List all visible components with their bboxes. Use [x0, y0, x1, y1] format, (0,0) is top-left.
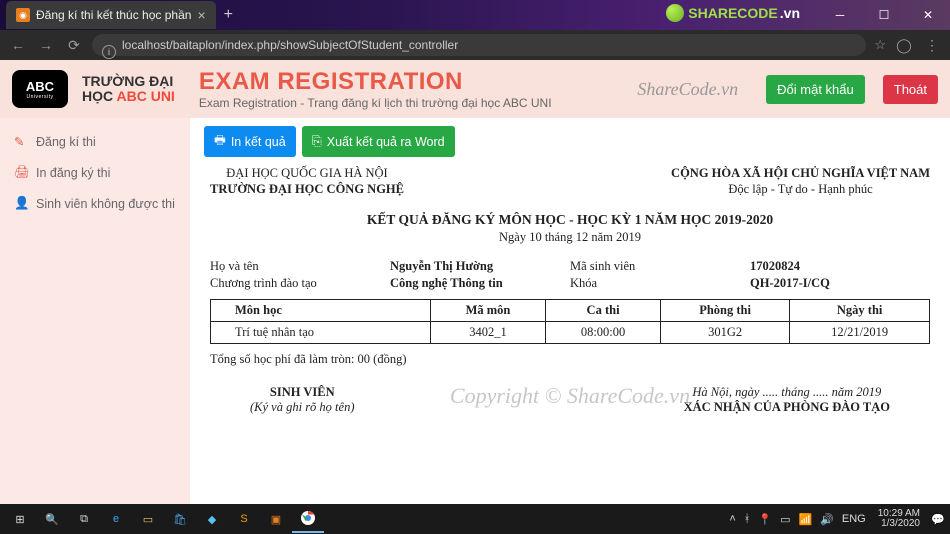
back-icon[interactable]: ←	[8, 37, 28, 53]
pencil-icon: ✎	[14, 134, 28, 149]
reload-icon[interactable]: ⟳	[64, 37, 84, 54]
tray-chevron-icon[interactable]: ˄	[729, 513, 735, 525]
col-subject: Môn học	[211, 299, 431, 321]
taskbar-app-xampp[interactable]: ▣	[260, 505, 292, 533]
url-text: localhost/baitaplon/index.php/showSubjec…	[122, 38, 458, 52]
doc-title: KẾT QUẢ ĐĂNG KÝ MÔN HỌC - HỌC KỲ 1 NĂM H…	[210, 212, 930, 228]
col-shift: Ca thi	[546, 299, 661, 321]
tray-language[interactable]: ENG	[842, 513, 866, 525]
logout-button[interactable]: Thoát	[883, 75, 938, 104]
taskbar-app-netbeans[interactable]: ◆	[196, 505, 228, 533]
student-name: Nguyễn Thị Hường	[390, 259, 493, 274]
site-info-icon[interactable]: i	[102, 45, 116, 59]
col-code: Mã môn	[430, 299, 545, 321]
user-icon: 👤	[14, 196, 28, 211]
doc-date: Ngày 10 tháng 12 năm 2019	[210, 230, 930, 245]
print-icon: 🖨	[14, 165, 28, 180]
sig-student-title: SINH VIÊN	[250, 385, 355, 400]
app-header: ABC University TRƯỜNG ĐẠI HỌC ABC UNI EX…	[0, 60, 950, 118]
student-cohort: QH-2017-I/CQ	[750, 276, 830, 291]
sidebar-item-print[interactable]: 🖨 In đăng ký thi	[0, 157, 190, 188]
doc-motto: Độc lập - Tự do - Hạnh phúc	[671, 181, 930, 197]
export-icon: ⎘	[312, 134, 322, 149]
windows-taskbar: ⊞ 🔍 ⧉ e ▭ 🛍 ◆ S ▣ ˄ ᚼ 📍 ▭ 📶 🔊 ENG 10:29 …	[0, 504, 950, 534]
student-program: Công nghệ Thông tin	[390, 276, 503, 291]
signatures: SINH VIÊN (Ký và ghi rõ họ tên) Hà Nội, …	[210, 385, 930, 415]
total-fee: Tổng số học phí đã làm tròn: 00 (đồng)	[210, 352, 930, 367]
taskbar-app-chrome[interactable]	[292, 505, 324, 533]
taskbar-app-edge[interactable]: e	[100, 505, 132, 533]
doc-nation: CỘNG HÒA XÃ HỘI CHỦ NGHĨA VIỆT NAM	[671, 165, 930, 181]
school-logo: ABC University	[12, 70, 68, 108]
change-password-button[interactable]: Đổi mật khẩu	[766, 75, 865, 104]
results-table: Môn học Mã môn Ca thi Phòng thi Ngày thi…	[210, 299, 930, 344]
action-bar: 🖶 In kết quả ⎘ Xuất kết quả ra Word	[204, 126, 936, 157]
browser-tab[interactable]: ◉ Đăng kí thi kết thúc học phần ×	[6, 1, 216, 29]
doc-org-2: TRƯỜNG ĐẠI HỌC CÔNG NGHỆ	[210, 181, 404, 197]
url-input[interactable]: i localhost/baitaplon/index.php/showSubj…	[92, 34, 866, 56]
window-minimize-button[interactable]: ─	[818, 0, 862, 30]
sidebar-item-label: In đăng ký thi	[36, 166, 110, 180]
page-subtitle: Exam Registration - Trang đăng kí lịch t…	[199, 96, 552, 110]
menu-icon[interactable]: ⋮	[922, 37, 942, 54]
start-button[interactable]: ⊞	[4, 505, 36, 533]
app-root: ABC University TRƯỜNG ĐẠI HỌC ABC UNI EX…	[0, 60, 950, 504]
tray-battery-icon[interactable]: ▭	[780, 513, 790, 526]
school-brand: TRƯỜNG ĐẠI HỌC ABC UNI	[82, 74, 175, 105]
print-results-button[interactable]: 🖶 In kết quả	[204, 126, 296, 157]
sidebar-item-register[interactable]: ✎ Đăng kí thi	[0, 126, 190, 157]
bookmark-icon[interactable]: ☆	[874, 37, 886, 53]
page-title-block: EXAM REGISTRATION Exam Registration - Tr…	[199, 68, 552, 110]
result-document: ĐẠI HỌC QUỐC GIA HÀ NỘI TRƯỜNG ĐẠI HỌC C…	[204, 165, 936, 415]
notification-icon[interactable]: 💬	[926, 505, 950, 533]
sidebar-item-blocked[interactable]: 👤 Sinh viên không được thi	[0, 188, 190, 219]
tab-title: Đăng kí thi kết thúc học phần	[36, 8, 191, 22]
tray-wifi-icon[interactable]: 📶	[798, 513, 812, 526]
profile-icon[interactable]: ◯	[894, 37, 914, 54]
tray-location-icon[interactable]: 📍	[758, 513, 772, 526]
printer-icon: 🖶	[214, 131, 226, 152]
sidebar: ✎ Đăng kí thi 🖨 In đăng ký thi 👤 Sinh vi…	[0, 118, 190, 504]
sidebar-item-label: Sinh viên không được thi	[36, 197, 175, 211]
search-icon[interactable]: 🔍	[36, 505, 68, 533]
tab-close-icon[interactable]: ×	[197, 7, 205, 23]
new-tab-button[interactable]: +	[224, 6, 233, 24]
sidebar-item-label: Đăng kí thi	[36, 135, 96, 149]
col-date: Ngày thi	[790, 299, 930, 321]
globe-icon	[666, 4, 684, 22]
window-close-button[interactable]: ✕	[906, 0, 950, 30]
sig-student-note: (Ký và ghi rõ họ tên)	[250, 400, 355, 415]
taskview-icon[interactable]: ⧉	[68, 505, 100, 533]
main-content: 🖶 In kết quả ⎘ Xuất kết quả ra Word ĐẠI …	[190, 118, 950, 504]
header-watermark: ShareCode.vn	[637, 79, 738, 100]
sharecode-watermark: SHARECODE.vn	[666, 4, 800, 22]
page-title: EXAM REGISTRATION	[199, 68, 552, 96]
window-titlebar: ◉ Đăng kí thi kết thúc học phần × + SHAR…	[0, 0, 950, 30]
window-maximize-button[interactable]: ☐	[862, 0, 906, 30]
col-room: Phòng thi	[660, 299, 789, 321]
student-id: 17020824	[750, 259, 800, 274]
taskbar-clock[interactable]: 10:29 AM 1/3/2020	[872, 509, 926, 529]
taskbar-app-sublime[interactable]: S	[228, 505, 260, 533]
table-row: Trí tuệ nhân tạo 3402_1 08:00:00 301G2 1…	[211, 321, 930, 343]
taskbar-app-explorer[interactable]: ▭	[132, 505, 164, 533]
export-word-button[interactable]: ⎘ Xuất kết quả ra Word	[302, 126, 455, 157]
browser-address-bar: ← → ⟳ i localhost/baitaplon/index.php/sh…	[0, 30, 950, 60]
system-tray[interactable]: ˄ ᚼ 📍 ▭ 📶 🔊 ENG	[723, 513, 871, 526]
sig-dept-title: XÁC NHẬN CỦA PHÒNG ĐÀO TẠO	[684, 400, 890, 415]
tray-volume-icon[interactable]: 🔊	[820, 513, 834, 526]
tray-bluetooth-icon[interactable]: ᚼ	[744, 513, 751, 525]
student-info: Họ và tên Chương trình đào tạo Nguyễn Th…	[210, 259, 930, 293]
forward-icon[interactable]: →	[36, 37, 56, 53]
sig-dept-date: Hà Nội, ngày ..... tháng ..... năm 2019	[684, 385, 890, 400]
doc-org-1: ĐẠI HỌC QUỐC GIA HÀ NỘI	[210, 165, 404, 181]
taskbar-app-store[interactable]: 🛍	[164, 505, 196, 533]
tab-favicon: ◉	[16, 8, 30, 22]
